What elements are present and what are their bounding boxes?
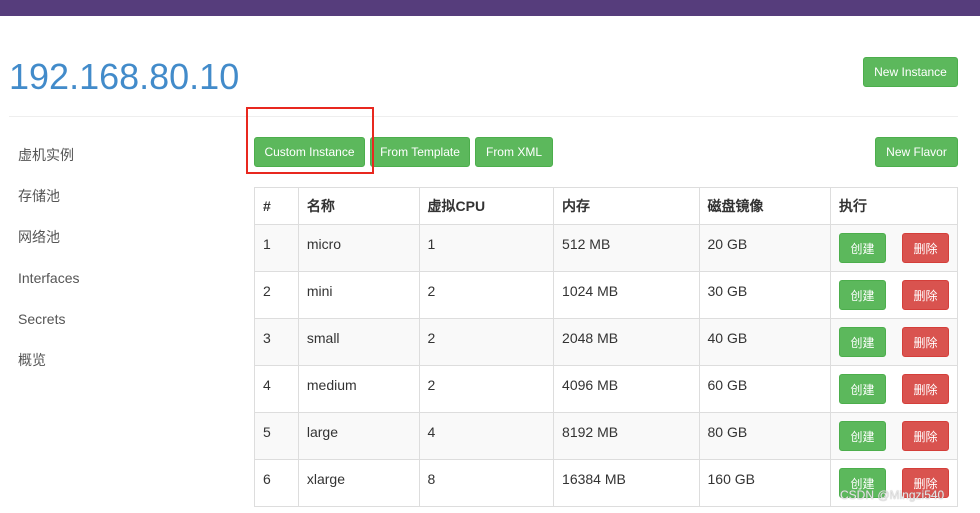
top-navbar — [0, 0, 980, 16]
delete-button[interactable]: 删除 — [901, 280, 949, 310]
cell-disk: 160 GB — [698, 459, 831, 507]
cell-disk: 80 GB — [698, 412, 831, 460]
sidebar-item-networks[interactable]: 网络池 — [18, 222, 218, 263]
cell-memory: 1024 MB — [553, 271, 700, 319]
cell-actions: 创建 删除 — [829, 224, 959, 272]
csdn-watermark: CSDN @Mingzi540 — [840, 488, 945, 502]
cell-memory: 8192 MB — [553, 412, 700, 460]
cell-id: 5 — [254, 412, 299, 460]
sidebar-item-interfaces[interactable]: Interfaces — [18, 263, 218, 304]
cell-memory: 16384 MB — [553, 459, 700, 507]
cell-actions: 创建 删除 — [829, 318, 959, 366]
cell-id: 3 — [254, 318, 299, 366]
new-flavor-button[interactable]: New Flavor — [875, 137, 958, 167]
sidebar-item-storages[interactable]: 存储池 — [18, 181, 218, 222]
cell-vcpu: 4 — [418, 412, 555, 460]
cell-actions: 创建 删除 — [829, 271, 959, 319]
table-header-row: # 名称 虚拟CPU 内存 磁盘镜像 执行 — [254, 187, 959, 225]
divider — [9, 116, 958, 117]
cell-vcpu: 2 — [418, 318, 555, 366]
column-header: 执行 — [829, 187, 959, 225]
column-header: 虚拟CPU — [418, 187, 555, 225]
cell-memory: 512 MB — [553, 224, 700, 272]
create-button[interactable]: 创建 — [838, 327, 886, 357]
cell-id: 6 — [254, 459, 299, 507]
cell-disk: 30 GB — [698, 271, 831, 319]
cell-name: xlarge — [297, 459, 420, 507]
cell-id: 2 — [254, 271, 299, 319]
create-button[interactable]: 创建 — [838, 421, 886, 451]
sidebar-nav: 虚机实例 存储池 网络池 Interfaces Secrets 概览 — [18, 140, 218, 386]
red-highlight-annotation — [246, 107, 374, 174]
new-instance-button[interactable]: New Instance — [863, 57, 958, 87]
from-xml-button[interactable]: From XML — [475, 137, 553, 167]
create-button[interactable]: 创建 — [838, 374, 886, 404]
table-row: 3 small 2 2048 MB 40 GB 创建 删除 — [254, 318, 959, 366]
table-row: 1 micro 1 512 MB 20 GB 创建 删除 — [254, 224, 959, 272]
cell-vcpu: 2 — [418, 365, 555, 413]
table-row: 5 large 4 8192 MB 80 GB 创建 删除 — [254, 412, 959, 460]
flavors-table: # 名称 虚拟CPU 内存 磁盘镜像 执行 1 micro 1 512 MB 2… — [254, 187, 959, 507]
delete-button[interactable]: 删除 — [901, 374, 949, 404]
cell-disk: 40 GB — [698, 318, 831, 366]
cell-memory: 4096 MB — [553, 365, 700, 413]
sidebar-item-instances[interactable]: 虚机实例 — [18, 140, 218, 181]
create-button[interactable]: 创建 — [838, 280, 886, 310]
table-row: 2 mini 2 1024 MB 30 GB 创建 删除 — [254, 271, 959, 319]
page-title: 192.168.80.10 — [9, 56, 240, 97]
create-button[interactable]: 创建 — [838, 233, 886, 263]
cell-name: micro — [297, 224, 420, 272]
cell-vcpu: 8 — [418, 459, 555, 507]
delete-button[interactable]: 删除 — [901, 233, 949, 263]
sidebar-item-overview[interactable]: 概览 — [18, 345, 218, 386]
column-header: 名称 — [297, 187, 420, 225]
cell-id: 4 — [254, 365, 299, 413]
cell-disk: 20 GB — [698, 224, 831, 272]
column-header: 磁盘镜像 — [698, 187, 831, 225]
column-header: # — [254, 187, 299, 225]
sidebar-item-secrets[interactable]: Secrets — [18, 304, 218, 345]
cell-vcpu: 1 — [418, 224, 555, 272]
cell-vcpu: 2 — [418, 271, 555, 319]
cell-name: mini — [297, 271, 420, 319]
cell-memory: 2048 MB — [553, 318, 700, 366]
cell-actions: 创建 删除 — [829, 412, 959, 460]
cell-disk: 60 GB — [698, 365, 831, 413]
cell-name: large — [297, 412, 420, 460]
delete-button[interactable]: 删除 — [901, 327, 949, 357]
from-template-button[interactable]: From Template — [370, 137, 470, 167]
cell-actions: 创建 删除 — [829, 365, 959, 413]
delete-button[interactable]: 删除 — [901, 421, 949, 451]
column-header: 内存 — [553, 187, 700, 225]
cell-name: medium — [297, 365, 420, 413]
table-row: 4 medium 2 4096 MB 60 GB 创建 删除 — [254, 365, 959, 413]
cell-id: 1 — [254, 224, 299, 272]
cell-name: small — [297, 318, 420, 366]
